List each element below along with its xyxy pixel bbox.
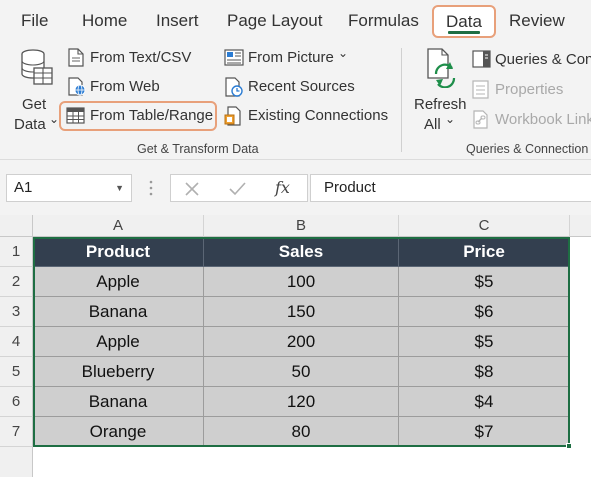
table-cell[interactable]: 80: [204, 417, 399, 447]
table-cell[interactable]: 120: [204, 387, 399, 417]
active-tab-underline: [448, 31, 480, 34]
table-header-cell[interactable]: Product: [33, 237, 204, 267]
row-header[interactable]: 3: [0, 297, 33, 327]
group-label-queries-connections: Queries & Connection: [466, 142, 589, 156]
table-cell[interactable]: Apple: [33, 267, 204, 297]
formula-input[interactable]: Product: [310, 174, 591, 202]
recent-sources-icon: [225, 77, 243, 97]
name-box[interactable]: A1 ▼: [6, 174, 132, 202]
refresh-all-label-line2: All: [424, 116, 441, 133]
column-header-a[interactable]: A: [33, 215, 204, 237]
queries-pane-icon: [472, 50, 491, 68]
tab-insert[interactable]: Insert: [156, 0, 199, 42]
workbook-links-icon: [473, 110, 488, 129]
table-cell[interactable]: 150: [204, 297, 399, 327]
table-cell[interactable]: Banana: [33, 297, 204, 327]
ribbon-group-separator: [401, 48, 402, 152]
properties-label: Properties: [495, 81, 564, 98]
refresh-all-label-line1: Refresh: [414, 96, 467, 113]
from-picture-button[interactable]: From Picture ⌄: [222, 46, 362, 69]
formula-buttons: fx: [170, 174, 308, 202]
row-header[interactable]: 6: [0, 387, 33, 417]
tab-data-label: Data: [446, 12, 482, 31]
chevron-down-icon: ⌄: [445, 112, 456, 126]
table-cell[interactable]: Apple: [33, 327, 204, 357]
existing-connections-label: Existing Connections: [248, 107, 389, 124]
tab-review[interactable]: Review: [509, 0, 565, 42]
formula-input-value: Product: [324, 179, 376, 196]
table-cell[interactable]: Blueberry: [33, 357, 204, 387]
row-header[interactable]: 7: [0, 417, 33, 447]
more-options-icon[interactable]: [148, 179, 154, 197]
existing-connections-icon: [224, 106, 241, 126]
chevron-down-icon: ⌄: [49, 112, 60, 126]
row-header[interactable]: 1: [0, 237, 33, 267]
text-file-icon: [68, 48, 84, 67]
table-cell[interactable]: $7: [399, 417, 570, 447]
table-cell[interactable]: Orange: [33, 417, 204, 447]
table-cell[interactable]: Banana: [33, 387, 204, 417]
chevron-down-icon: ⌄: [338, 46, 349, 60]
worksheet-grid[interactable]: A B C 1 Product Sales Price 2 Apple 100 $5 3 Bana…: [0, 215, 591, 477]
get-data-button[interactable]: Get Data ⌄: [12, 48, 60, 133]
refresh-icon: [427, 48, 456, 88]
properties-button[interactable]: Properties: [470, 79, 591, 101]
existing-connections-button[interactable]: Existing Connections: [222, 105, 392, 127]
from-picture-label: From Picture: [248, 49, 334, 66]
workbook-links-label: Workbook Link: [495, 111, 591, 128]
table-cell[interactable]: 50: [204, 357, 399, 387]
caret-down-icon[interactable]: ▼: [115, 175, 124, 201]
recent-sources-button[interactable]: Recent Sources: [222, 76, 362, 98]
workbook-links-button[interactable]: Workbook Link: [470, 109, 591, 131]
formula-bar: A1 ▼ fx Product: [0, 160, 591, 215]
tab-data[interactable]: Data: [432, 5, 496, 38]
from-text-csv-label: From Text/CSV: [90, 49, 192, 66]
ribbon: Get Data ⌄ From Text/CSV From Web From T…: [0, 42, 591, 160]
column-header-c[interactable]: C: [399, 215, 570, 237]
name-box-value: A1: [14, 179, 33, 196]
select-all-corner[interactable]: [0, 215, 33, 237]
table-header-cell[interactable]: Sales: [204, 237, 399, 267]
table-cell[interactable]: $8: [399, 357, 570, 387]
table-cell[interactable]: $6: [399, 297, 570, 327]
menu-bar: File Home Insert Page Layout Formulas Da…: [0, 0, 591, 42]
fill-handle[interactable]: [566, 443, 572, 449]
from-table-range-button[interactable]: From Table/Range: [66, 105, 216, 127]
queries-connections-label: Queries & Con: [495, 51, 591, 68]
column-header-b[interactable]: B: [204, 215, 399, 237]
column-header-d[interactable]: [570, 215, 591, 237]
from-table-range-label: From Table/Range: [90, 107, 214, 124]
queries-connections-button[interactable]: Queries & Con: [470, 49, 591, 71]
table-cell[interactable]: 100: [204, 267, 399, 297]
get-data-label-line2: Data: [14, 116, 46, 133]
cancel-icon[interactable]: [185, 182, 199, 196]
row-header-empty: [0, 447, 33, 477]
table-cell[interactable]: $4: [399, 387, 570, 417]
get-data-label-line1: Get: [22, 96, 47, 113]
tab-formulas[interactable]: Formulas: [348, 0, 419, 42]
row-header[interactable]: 5: [0, 357, 33, 387]
from-text-csv-button[interactable]: From Text/CSV: [66, 47, 216, 69]
row-header[interactable]: 4: [0, 327, 33, 357]
refresh-all-button[interactable]: Refresh All ⌄: [412, 48, 468, 133]
enter-check-icon[interactable]: [229, 182, 246, 196]
table-cell[interactable]: 200: [204, 327, 399, 357]
table-cell[interactable]: $5: [399, 267, 570, 297]
table-header-cell[interactable]: Price: [399, 237, 570, 267]
picture-icon: [224, 49, 244, 66]
recent-sources-label: Recent Sources: [248, 78, 355, 95]
database-table-icon: [21, 49, 53, 85]
tab-page-layout[interactable]: Page Layout: [227, 0, 322, 42]
insert-function-icon[interactable]: fx: [275, 178, 290, 197]
from-web-label: From Web: [90, 78, 160, 95]
group-label-get-transform: Get & Transform Data: [137, 142, 259, 156]
tab-home[interactable]: Home: [82, 0, 127, 42]
web-page-icon: [68, 77, 86, 96]
from-web-button[interactable]: From Web: [66, 76, 216, 98]
properties-icon: [472, 80, 489, 99]
table-cell[interactable]: $5: [399, 327, 570, 357]
row-header[interactable]: 2: [0, 267, 33, 297]
tab-file[interactable]: File: [21, 0, 48, 42]
table-range-icon: [66, 107, 85, 124]
